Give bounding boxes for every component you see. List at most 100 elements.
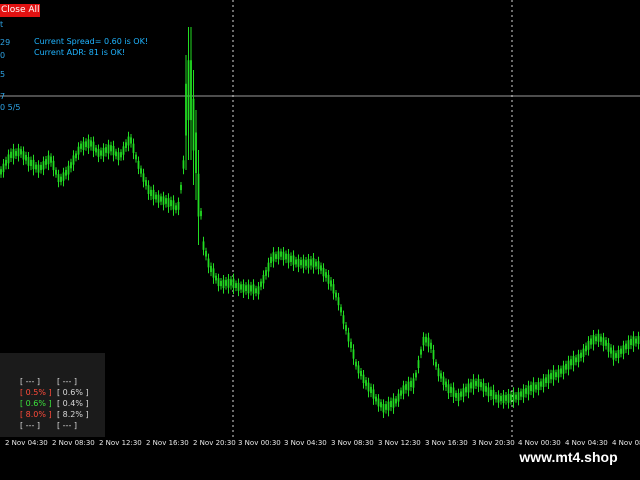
candle-body bbox=[67, 165, 70, 175]
candle-body bbox=[477, 378, 480, 387]
candle-body bbox=[490, 389, 492, 397]
candle-body bbox=[250, 285, 252, 292]
candle-body bbox=[467, 383, 470, 393]
candle-body bbox=[237, 282, 240, 291]
candle-body bbox=[485, 386, 487, 392]
candle-body bbox=[227, 278, 230, 288]
candle-body bbox=[492, 389, 495, 400]
candle-body bbox=[552, 370, 555, 380]
candle-body bbox=[572, 355, 575, 366]
candle-body bbox=[135, 154, 137, 160]
candle-body bbox=[152, 189, 155, 200]
candle-body bbox=[182, 160, 185, 169]
candle-body bbox=[232, 278, 235, 288]
candle-body bbox=[85, 141, 87, 148]
candle-body bbox=[72, 155, 75, 165]
dash-cell-r2-right: [ 0.6% ] bbox=[57, 388, 89, 397]
candle-body bbox=[37, 164, 40, 173]
candle-body bbox=[577, 354, 580, 363]
candle-body bbox=[360, 370, 362, 377]
candle-body bbox=[217, 278, 220, 287]
candle-body bbox=[442, 376, 445, 385]
candle-body bbox=[600, 336, 602, 342]
dash-cell-r3-left: [ 0.6% ] bbox=[20, 399, 52, 408]
candle-body bbox=[95, 147, 97, 153]
candle-body bbox=[12, 149, 15, 159]
candle-body bbox=[212, 268, 215, 278]
candle-body bbox=[267, 262, 270, 272]
candle-body bbox=[530, 384, 532, 392]
candle-body bbox=[355, 361, 357, 367]
candle-body bbox=[475, 381, 477, 386]
candle-body bbox=[387, 401, 390, 411]
candle-body bbox=[150, 189, 152, 197]
candle-body bbox=[432, 349, 435, 360]
candle-body bbox=[375, 396, 377, 402]
candle-body bbox=[330, 280, 332, 287]
candle-body bbox=[580, 352, 582, 358]
candle-body bbox=[587, 340, 590, 350]
candle-body bbox=[380, 402, 382, 408]
candle-body bbox=[345, 325, 347, 331]
candle-body bbox=[612, 350, 615, 360]
candle-body bbox=[497, 394, 500, 403]
candle-body bbox=[312, 258, 315, 268]
candle-body bbox=[297, 258, 300, 267]
candle-body bbox=[377, 398, 380, 407]
candle-body bbox=[637, 336, 640, 345]
candle-body bbox=[147, 185, 150, 194]
candle-body bbox=[415, 372, 417, 378]
candle-body bbox=[427, 337, 430, 347]
candle-body bbox=[280, 251, 282, 257]
close-all-button[interactable]: Close All bbox=[0, 4, 40, 17]
candle-body bbox=[547, 374, 550, 384]
candle-body bbox=[242, 284, 245, 293]
candle-body bbox=[200, 210, 202, 217]
candle-body bbox=[417, 360, 420, 369]
candle-body bbox=[75, 153, 77, 159]
time-tick: 3 Nov 08:30 bbox=[331, 439, 374, 447]
candle-body bbox=[542, 378, 545, 387]
candle-body bbox=[120, 152, 122, 158]
candle-body bbox=[512, 392, 515, 402]
candle-body bbox=[435, 361, 437, 367]
candle-body bbox=[190, 60, 192, 121]
candle-body bbox=[370, 386, 372, 394]
candle-body bbox=[327, 274, 330, 284]
candle-body bbox=[262, 274, 265, 284]
candle-body bbox=[302, 259, 305, 268]
candle-body bbox=[500, 395, 502, 402]
dash-cell-r5-right: [ --- ] bbox=[57, 421, 77, 430]
candle-body bbox=[185, 83, 187, 136]
candle-body bbox=[112, 145, 115, 156]
candle-body bbox=[607, 342, 610, 352]
candle-body bbox=[555, 372, 557, 378]
candle-body bbox=[92, 141, 95, 151]
price-chart[interactable]: Close All t 29 0 5 7 0 5/5 Current Sprea… bbox=[0, 0, 640, 437]
candle-body bbox=[105, 147, 107, 153]
candle-body bbox=[290, 255, 292, 262]
candle-body bbox=[332, 284, 335, 294]
candle-body bbox=[140, 168, 142, 174]
candle-body bbox=[107, 144, 110, 154]
candle-body bbox=[220, 280, 222, 287]
candle-body bbox=[460, 391, 462, 397]
candle-body bbox=[137, 160, 140, 169]
candle-body bbox=[502, 394, 505, 404]
candle-body bbox=[482, 383, 485, 392]
candle-body bbox=[405, 384, 407, 390]
candle-body bbox=[625, 343, 627, 350]
candle-body bbox=[97, 148, 100, 157]
candle-body bbox=[40, 164, 42, 171]
left-stat-4: 5 bbox=[0, 70, 6, 79]
candle-body bbox=[265, 270, 267, 276]
candle-body bbox=[617, 350, 620, 358]
candle-body bbox=[385, 404, 387, 410]
candle-body bbox=[285, 253, 287, 260]
candle-body bbox=[450, 386, 452, 393]
candle-body bbox=[255, 288, 257, 294]
candle-body bbox=[347, 332, 350, 342]
candle-body bbox=[207, 258, 210, 268]
candle-body bbox=[430, 342, 432, 349]
candle-body bbox=[295, 259, 297, 265]
